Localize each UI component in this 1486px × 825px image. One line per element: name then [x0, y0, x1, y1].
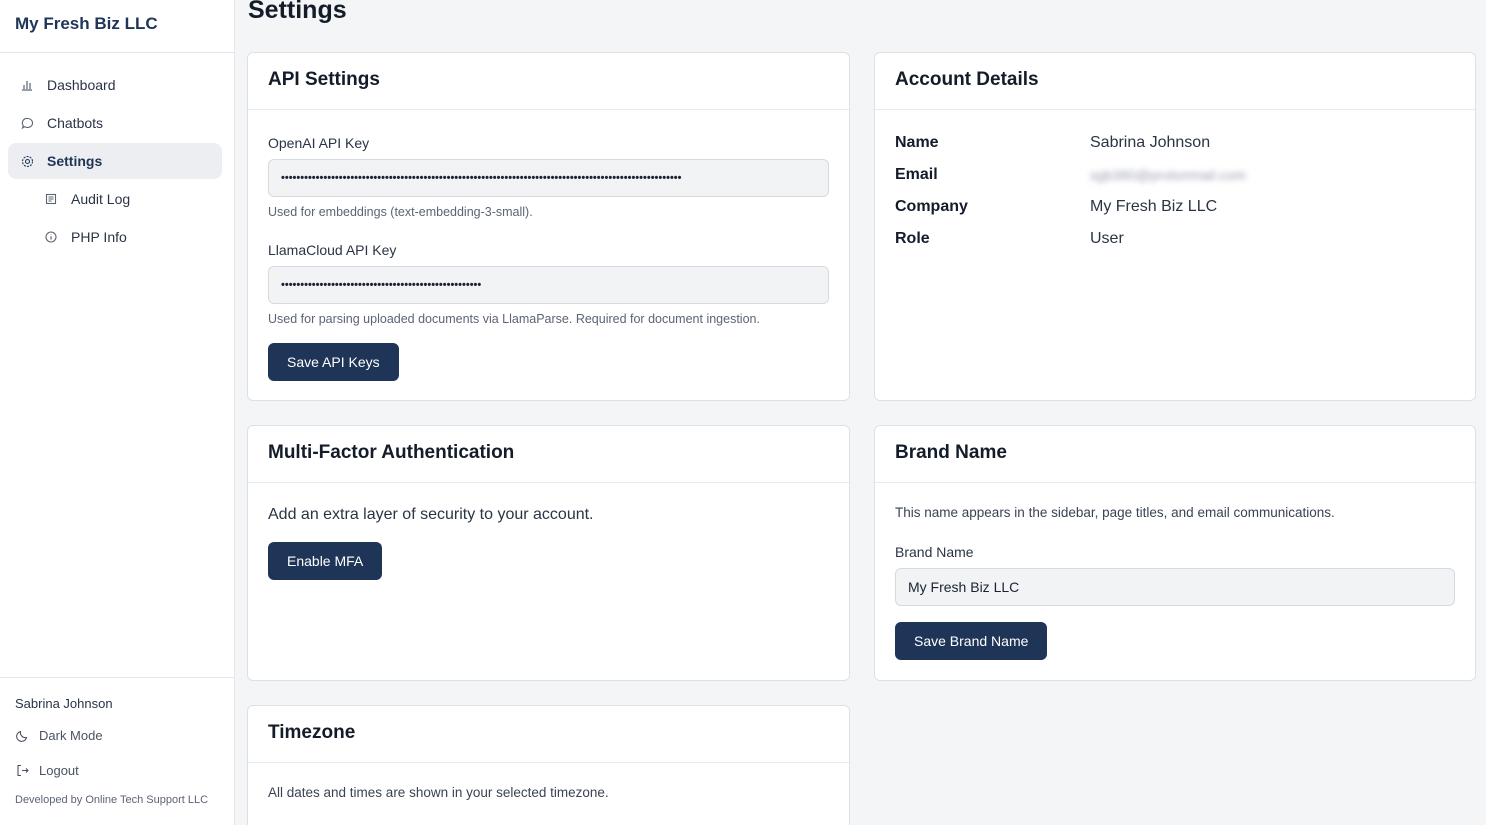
detail-value: Sabrina Johnson	[1090, 134, 1211, 151]
info-icon	[44, 230, 58, 244]
detail-key: Email	[895, 166, 938, 183]
logout-label: Logout	[39, 762, 79, 778]
openai-key-help: Used for embeddings (text-embedding-3-sm…	[268, 205, 533, 219]
account-details-card: Account Details Name Sabrina Johnson Ema…	[874, 52, 1476, 401]
sidebar-item-label: PHP Info	[71, 229, 127, 245]
enable-mfa-button[interactable]: Enable MFA	[268, 542, 383, 580]
detail-row-company: Company My Fresh Biz LLC	[895, 191, 1455, 223]
api-settings-card: API Settings OpenAI API Key ••••••••••••…	[247, 52, 850, 401]
sidebar-item-label: Settings	[47, 153, 103, 169]
sidebar: My Fresh Biz LLC Dashboard Chatbots Sett…	[0, 0, 235, 825]
timezone-card: Timezone All dates and times are shown i…	[247, 705, 850, 825]
brand-name-input[interactable]: My Fresh Biz LLC	[895, 568, 1455, 606]
sidebar-item-chatbots[interactable]: Chatbots	[8, 105, 222, 141]
openai-key-input[interactable]: ••••••••••••••••••••••••••••••••••••••••…	[268, 159, 829, 197]
detail-row-name: Name Sabrina Johnson	[895, 127, 1455, 159]
save-brand-name-button[interactable]: Save Brand Name	[895, 622, 1048, 660]
chat-bubble-icon	[20, 116, 34, 130]
sidebar-item-label: Audit Log	[71, 191, 131, 207]
mfa-card: Multi-Factor Authentication Add an extra…	[247, 425, 850, 681]
current-user-name: Sabrina Johnson	[15, 696, 113, 711]
llama-key-value: ••••••••••••••••••••••••••••••••••••••••…	[281, 279, 482, 291]
llama-key-label: LlamaCloud API Key	[268, 242, 397, 258]
logout-icon	[15, 763, 29, 777]
detail-value: sgb380@protonmail.com	[1090, 167, 1246, 183]
detail-key: Name	[895, 134, 939, 151]
sidebar-item-dashboard[interactable]: Dashboard	[8, 67, 222, 103]
card-title: Multi-Factor Authentication	[248, 426, 849, 483]
sidebar-footer: Sabrina Johnson Dark Mode Logout Develop…	[0, 677, 234, 825]
dark-mode-label: Dark Mode	[39, 727, 103, 743]
moon-icon	[15, 728, 29, 742]
sidebar-item-php-info[interactable]: PHP Info	[32, 219, 222, 255]
openai-key-value: ••••••••••••••••••••••••••••••••••••••••…	[281, 172, 682, 184]
brand-name-value: My Fresh Biz LLC	[908, 579, 1020, 595]
brand-title: My Fresh Biz LLC	[0, 0, 234, 53]
detail-row-role: Role User	[895, 223, 1455, 255]
llama-key-help: Used for parsing uploaded documents via …	[268, 312, 760, 326]
mfa-description: Add an extra layer of security to your a…	[268, 506, 594, 523]
save-api-keys-button[interactable]: Save API Keys	[268, 343, 399, 381]
card-title: Timezone	[248, 706, 849, 763]
sidebar-item-label: Dashboard	[47, 77, 116, 93]
detail-key: Company	[895, 198, 968, 215]
sidebar-item-settings[interactable]: Settings	[8, 143, 222, 179]
sidebar-nav: Dashboard Chatbots Settings Audit Log PH…	[0, 53, 234, 255]
brand-description: This name appears in the sidebar, page t…	[895, 505, 1335, 520]
card-title: Brand Name	[875, 426, 1475, 483]
developer-credit: Developed by Online Tech Support LLC	[15, 794, 209, 806]
detail-row-email: Email sgb380@protonmail.com	[895, 159, 1455, 191]
brand-name-label: Brand Name	[895, 544, 974, 560]
timezone-description: All dates and times are shown in your se…	[268, 785, 609, 800]
detail-key: Role	[895, 230, 930, 247]
detail-value: User	[1090, 230, 1124, 247]
page-title: Settings	[248, 0, 347, 24]
brand-name-card: Brand Name This name appears in the side…	[874, 425, 1476, 681]
detail-value: My Fresh Biz LLC	[1090, 198, 1218, 215]
gear-icon	[20, 154, 34, 168]
sidebar-item-audit-log[interactable]: Audit Log	[32, 181, 222, 217]
logout-link[interactable]: Logout	[15, 760, 234, 780]
llama-key-input[interactable]: ••••••••••••••••••••••••••••••••••••••••…	[268, 266, 829, 304]
log-icon	[44, 192, 58, 206]
card-title: API Settings	[248, 53, 849, 110]
sidebar-item-label: Chatbots	[47, 115, 104, 131]
dark-mode-toggle[interactable]: Dark Mode	[15, 725, 234, 745]
card-title: Account Details	[875, 53, 1475, 110]
openai-key-label: OpenAI API Key	[268, 135, 370, 151]
bar-chart-icon	[20, 78, 34, 92]
